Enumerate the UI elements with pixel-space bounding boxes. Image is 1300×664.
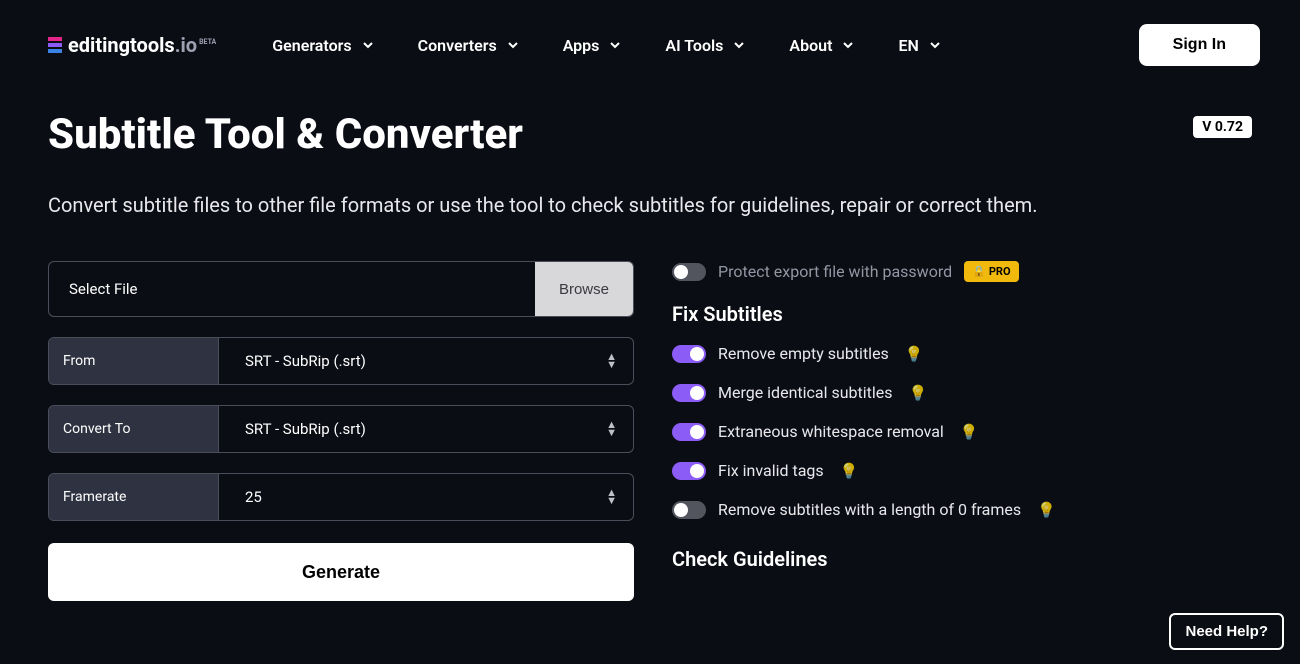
nav-language[interactable]: EN: [898, 36, 940, 55]
left-column: Select File Browse From SRT - SubRip (.s…: [48, 261, 634, 601]
invalid-tags-option: Fix invalid tags 💡: [672, 461, 1252, 480]
chevron-down-icon: [929, 39, 941, 51]
file-input-text: Select File: [49, 262, 535, 316]
nav-label: EN: [898, 36, 918, 55]
title-row: Subtitle Tool & Converter V 0.72: [48, 110, 1252, 159]
merge-identical-toggle[interactable]: [672, 384, 706, 402]
page-title: Subtitle Tool & Converter: [48, 110, 523, 159]
check-guidelines-heading: Check Guidelines: [672, 547, 1252, 571]
zero-frames-label: Remove subtitles with a length of 0 fram…: [718, 500, 1021, 519]
zero-frames-toggle[interactable]: [672, 501, 706, 519]
from-select: From SRT - SubRip (.srt) ▲▼: [48, 337, 634, 385]
header: editingtools.ioBETA Generators Converter…: [0, 0, 1300, 90]
nav-about[interactable]: About: [789, 36, 854, 55]
framerate-select: Framerate 25 ▲▼: [48, 473, 634, 521]
invalid-tags-toggle[interactable]: [672, 462, 706, 480]
nav-label: Apps: [563, 36, 600, 55]
convert-to-value[interactable]: SRT - SubRip (.srt) ▲▼: [219, 406, 633, 452]
nav-label: Generators: [272, 36, 351, 55]
protect-label: Protect export file with password: [718, 262, 952, 281]
whitespace-toggle[interactable]: [672, 423, 706, 441]
hint-icon[interactable]: 💡: [1037, 501, 1056, 519]
select-arrows-icon: ▲▼: [606, 353, 617, 368]
select-arrows-icon: ▲▼: [606, 421, 617, 436]
from-label: From: [49, 338, 219, 384]
whitespace-label: Extraneous whitespace removal: [718, 422, 944, 441]
main-grid: Select File Browse From SRT - SubRip (.s…: [48, 261, 1252, 601]
framerate-value[interactable]: 25 ▲▼: [219, 474, 633, 520]
protect-option: Protect export file with password 🔒 PRO: [672, 261, 1252, 282]
invalid-tags-label: Fix invalid tags: [718, 461, 824, 480]
nav: Generators Converters Apps AI Tools Abou…: [272, 36, 941, 55]
generate-button[interactable]: Generate: [48, 543, 634, 601]
hint-icon[interactable]: 💡: [840, 462, 859, 480]
zero-frames-option: Remove subtitles with a length of 0 fram…: [672, 500, 1252, 519]
convert-to-select: Convert To SRT - SubRip (.srt) ▲▼: [48, 405, 634, 453]
sign-in-button[interactable]: Sign In: [1139, 24, 1260, 66]
chevron-down-icon: [362, 39, 374, 51]
lock-icon: 🔒: [972, 265, 986, 278]
need-help-button[interactable]: Need Help?: [1169, 613, 1284, 650]
right-column: Protect export file with password 🔒 PRO …: [672, 261, 1252, 601]
nav-label: About: [789, 36, 832, 55]
merge-identical-label: Merge identical subtitles: [718, 383, 893, 402]
remove-empty-option: Remove empty subtitles 💡: [672, 344, 1252, 363]
remove-empty-label: Remove empty subtitles: [718, 344, 889, 363]
chevron-down-icon: [609, 39, 621, 51]
pro-badge: 🔒 PRO: [964, 261, 1018, 282]
nav-converters[interactable]: Converters: [418, 36, 519, 55]
hint-icon[interactable]: 💡: [960, 423, 979, 441]
nav-ai-tools[interactable]: AI Tools: [665, 36, 745, 55]
whitespace-option: Extraneous whitespace removal 💡: [672, 422, 1252, 441]
logo-text: editingtools.ioBETA: [68, 33, 216, 57]
logo[interactable]: editingtools.ioBETA: [48, 33, 216, 57]
logo-icon: [48, 37, 62, 53]
nav-label: AI Tools: [665, 36, 723, 55]
chevron-down-icon: [842, 39, 854, 51]
protect-toggle[interactable]: [672, 263, 706, 281]
nav-label: Converters: [418, 36, 497, 55]
merge-identical-option: Merge identical subtitles 💡: [672, 383, 1252, 402]
chevron-down-icon: [733, 39, 745, 51]
page-subtitle: Convert subtitle files to other file for…: [48, 193, 1252, 217]
chevron-down-icon: [507, 39, 519, 51]
file-input[interactable]: Select File Browse: [48, 261, 634, 317]
browse-button[interactable]: Browse: [535, 262, 633, 316]
hint-icon[interactable]: 💡: [905, 345, 924, 363]
fix-subtitles-heading: Fix Subtitles: [672, 302, 1252, 326]
content: Subtitle Tool & Converter V 0.72 Convert…: [0, 90, 1300, 601]
select-arrows-icon: ▲▼: [606, 489, 617, 504]
convert-to-label: Convert To: [49, 406, 219, 452]
nav-apps[interactable]: Apps: [563, 36, 622, 55]
from-value[interactable]: SRT - SubRip (.srt) ▲▼: [219, 338, 633, 384]
hint-icon[interactable]: 💡: [909, 384, 928, 402]
nav-generators[interactable]: Generators: [272, 36, 373, 55]
version-badge: V 0.72: [1193, 116, 1252, 138]
remove-empty-toggle[interactable]: [672, 345, 706, 363]
framerate-label: Framerate: [49, 474, 219, 520]
